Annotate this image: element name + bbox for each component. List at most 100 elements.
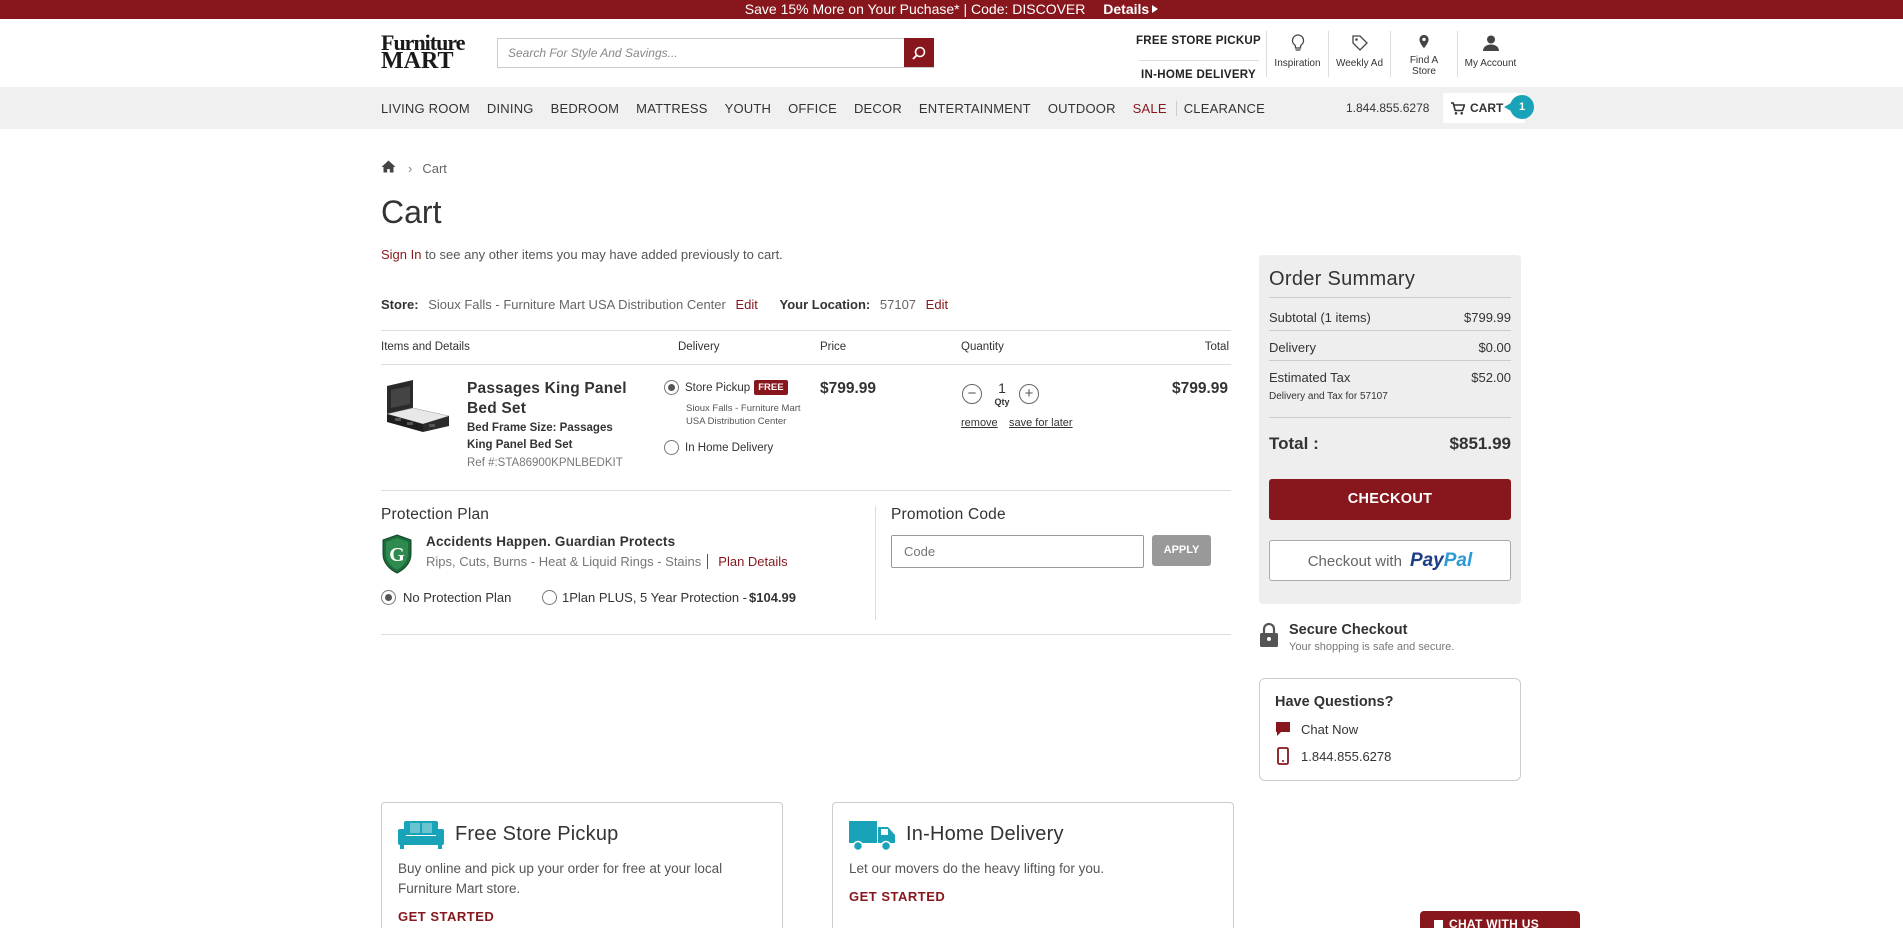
qty-label: Qty [994,397,1010,407]
free-store-pickup-link[interactable]: FREE STORE PICKUP [1136,35,1261,47]
weekly-ad-link[interactable]: Weekly Ad [1328,31,1390,77]
header-service-links: FREE STORE PICKUP IN-HOME DELIVERY [1131,32,1266,89]
no-protection-radio[interactable] [381,590,396,605]
my-account-link[interactable]: My Account [1457,31,1523,77]
breadcrumb-home[interactable] [381,160,396,176]
card-title: In-Home Delivery [906,823,1064,845]
item-total: $799.99 [1171,380,1228,397]
free-badge: FREE [754,380,788,395]
save-for-later-link[interactable]: save for later [1009,417,1073,429]
apply-button[interactable]: APPLY [1152,535,1211,566]
nav-decor[interactable]: DECOR [854,101,902,116]
secure-checkout-sub: Your shopping is safe and secure. [1289,641,1455,653]
nav-sale[interactable]: SALE [1133,101,1167,116]
col-total: Total [1204,341,1229,353]
page-title: Cart [381,194,442,230]
promo-bar: Save 15% More on Your Puchase* | Code: D… [0,0,1903,19]
nav-living-room[interactable]: LIVING ROOM [381,101,470,116]
cart-table-header: Items and Details Delivery Price Quantit… [381,330,1231,365]
qty-decrease-button[interactable]: − [962,384,982,404]
chat-with-us-button[interactable]: CHAT WITH US [1420,911,1580,928]
card-text: Let our movers do the heavy lifting for … [849,861,1105,876]
secure-checkout-title: Secure Checkout [1289,622,1408,638]
delivery-get-started-link[interactable]: GET STARTED [849,889,945,904]
pickup-location: Sioux Falls - Furniture Mart USA Distrib… [686,403,801,427]
svg-text:G: G [389,544,405,566]
find-a-store-link[interactable]: Find A Store [1390,31,1457,77]
nav-mattress[interactable]: MATTRESS [636,101,707,116]
phone-link[interactable]: 1.844.855.6278 [1275,747,1391,765]
store-label: Store: [381,297,419,312]
protection-name: Accidents Happen. Guardian Protects [426,534,676,549]
store-name: Sioux Falls - Furniture Mart USA Distrib… [428,297,726,312]
nav-youth[interactable]: YOUTH [725,101,772,116]
product-name[interactable]: Passages King Panel Bed Set [467,379,637,419]
search-bar [497,38,934,68]
divider [381,490,1231,491]
promo-details-link[interactable]: Details [1103,1,1159,17]
paypal-checkout-button[interactable]: Checkout with PayPal [1269,540,1511,581]
cart-count-badge: 1 [1504,95,1534,119]
protection-option-plus[interactable]: 1Plan PLUS, 5 Year Protection - $104.99 [542,590,796,605]
furniture-mart-logo[interactable]: Furniture MART [381,32,479,74]
guardian-shield-icon: G [382,534,412,574]
col-quantity: Quantity [961,341,1004,353]
nav-clearance[interactable]: CLEARANCE [1175,100,1265,116]
main-nav: LIVING ROOM DINING BEDROOM MATTRESS YOUT… [0,87,1903,129]
qty-increase-button[interactable]: + [1019,384,1039,404]
home-delivery-radio[interactable] [664,440,679,455]
checkout-button[interactable]: CHECKOUT [1269,479,1511,520]
edit-store-link[interactable]: Edit [735,297,757,312]
tax-row: Estimated Tax $52.00 [1269,370,1511,385]
in-home-delivery-link[interactable]: IN-HOME DELIVERY [1141,69,1256,81]
col-delivery: Delivery [678,341,720,353]
remove-item-link[interactable]: remove [961,417,998,429]
protection-option-none[interactable]: No Protection Plan [381,590,511,605]
chevron-right-icon: › [408,160,413,176]
store-row: Store: Sioux Falls - Furniture Mart USA … [381,297,966,312]
delivery-option-pickup[interactable]: Store Pickup FREE [664,380,788,395]
col-items: Items and Details [381,341,470,353]
order-total: Total : $851.99 [1269,434,1511,453]
location-label: Your Location: [779,297,871,312]
map-pin-icon [1419,34,1429,49]
chat-now-link[interactable]: Chat Now [1275,721,1358,737]
order-summary-title: Order Summary [1269,268,1416,290]
edit-location-link[interactable]: Edit [926,297,948,312]
plan-details-link[interactable]: Plan Details [707,554,788,569]
pickup-get-started-link[interactable]: GET STARTED [398,909,494,924]
nav-dining[interactable]: DINING [487,101,534,116]
nav-office[interactable]: OFFICE [788,101,837,116]
product-image[interactable] [383,378,451,432]
user-icon [1482,35,1499,51]
home-icon [381,160,396,173]
order-summary: Order Summary Subtotal (1 items) $799.99 … [1259,255,1521,604]
qty-value[interactable]: 1 [994,380,1010,396]
product-attribute: Bed Frame Size: Passages King Panel Bed … [467,422,613,451]
nav-phone-link[interactable]: 1.844.855.6278 [1346,101,1429,115]
sign-in-link[interactable]: Sign In [381,247,421,262]
inspiration-link[interactable]: Inspiration [1266,31,1328,77]
pickup-radio[interactable] [664,380,679,395]
breadcrumb-current: Cart [422,160,447,176]
chat-bubble-icon [1276,722,1290,736]
promo-code-input[interactable] [891,535,1144,568]
protection-desc: Rips, Cuts, Burns - Heat & Liquid Rings … [426,554,788,569]
promo-code-title: Promotion Code [891,506,1006,523]
divider [381,634,1231,635]
plan-plus-radio[interactable] [542,590,557,605]
search-input[interactable] [498,39,904,67]
location-zip: 57107 [879,297,917,312]
col-price: Price [820,341,847,353]
breadcrumb: › Cart [381,160,447,176]
mobile-phone-icon [1277,747,1289,765]
nav-entertainment[interactable]: ENTERTAINMENT [919,101,1031,116]
nav-outdoor[interactable]: OUTDOOR [1048,101,1116,116]
search-icon [912,46,926,60]
search-button[interactable] [904,38,934,67]
free-store-pickup-card: Free Store Pickup Buy online and pick up… [381,802,783,928]
delivery-option-home[interactable]: In Home Delivery [664,440,773,455]
nav-bedroom[interactable]: BEDROOM [551,101,620,116]
in-home-delivery-card: In-Home Delivery Let our movers do the h… [832,802,1234,928]
signin-message: Sign In to see any other items you may h… [381,247,783,262]
